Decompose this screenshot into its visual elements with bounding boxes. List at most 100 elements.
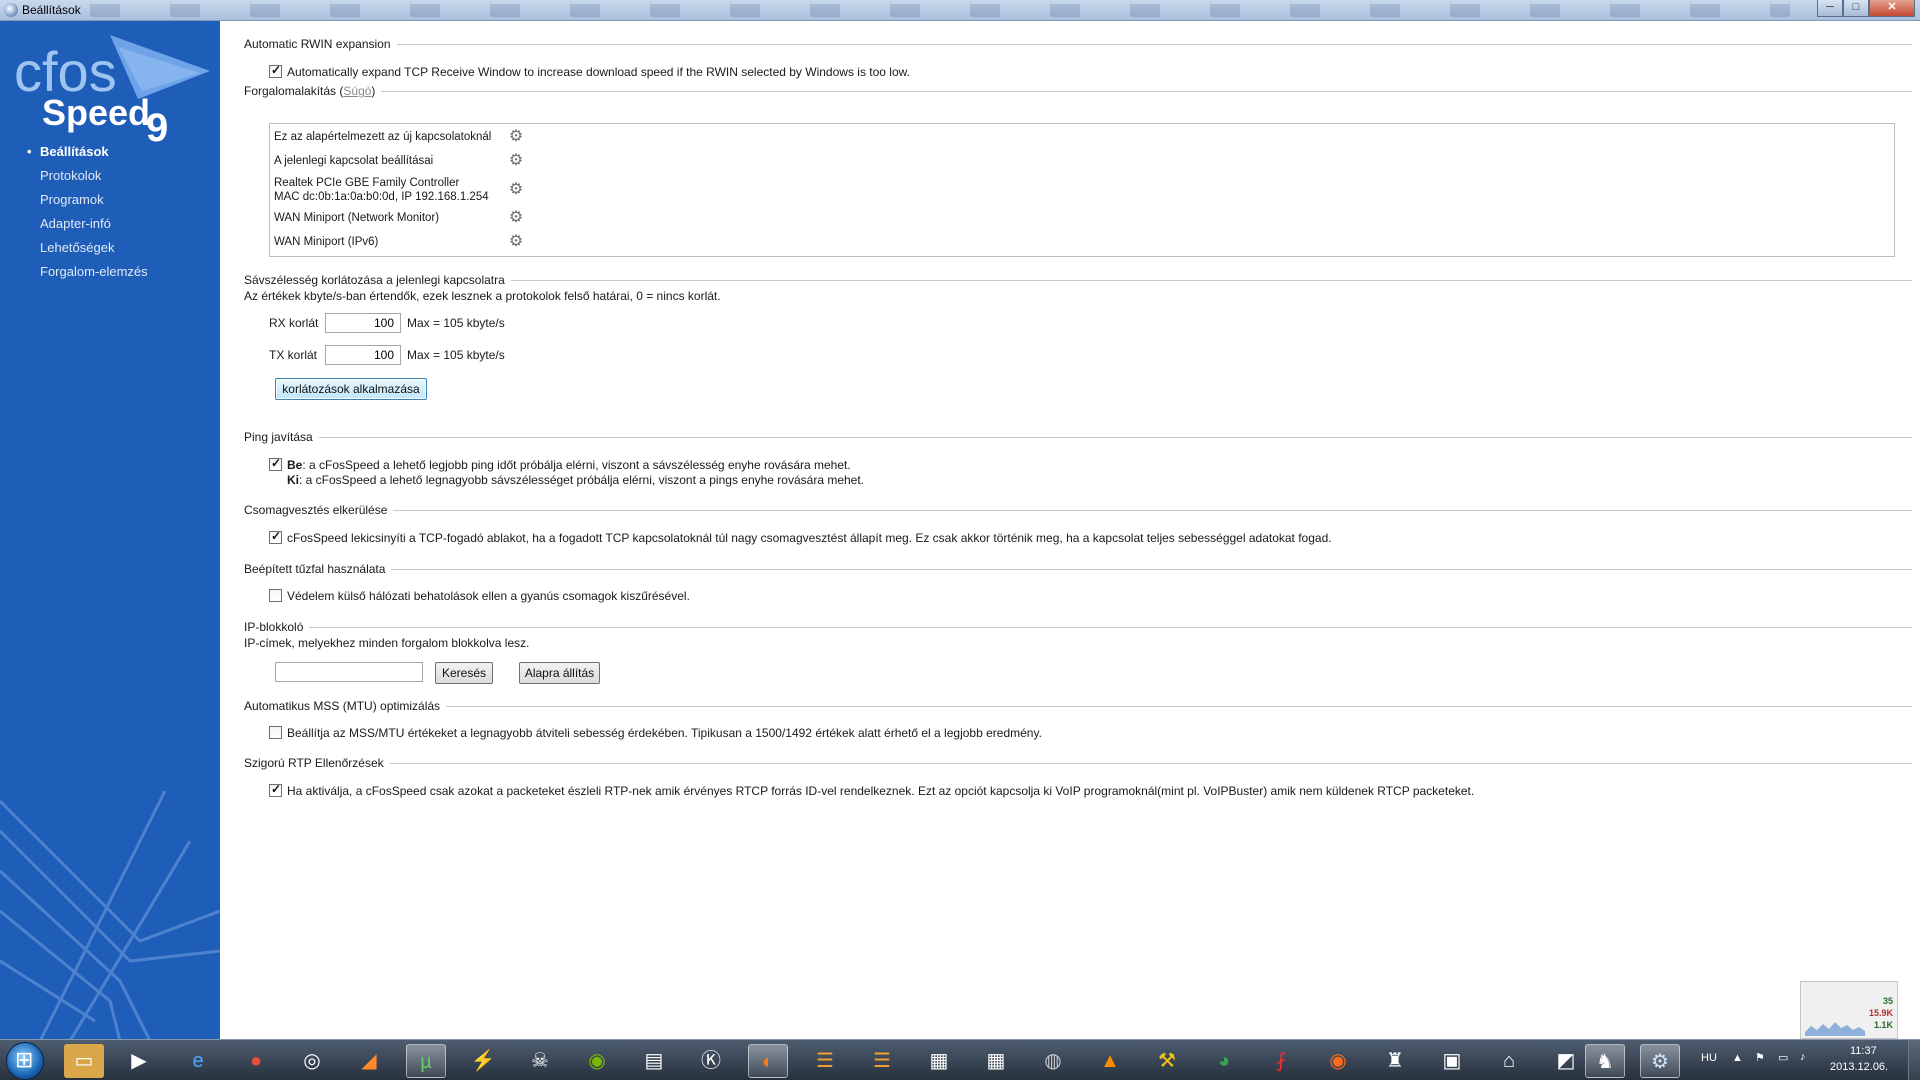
packet-loss-checkbox[interactable]	[269, 529, 282, 544]
show-desktop-button[interactable]	[1908, 1040, 1920, 1080]
mss-checkbox[interactable]	[269, 726, 282, 739]
chrome-icon[interactable]: ◕	[1204, 1044, 1244, 1078]
internet-explorer-icon[interactable]: e	[178, 1044, 218, 1078]
cfos-speed-logo: cfos Speed 9	[14, 35, 210, 143]
profile-label: A jelenlegi kapcsolat beállításai	[274, 155, 434, 167]
cd-icon[interactable]: ◍	[1033, 1044, 1073, 1078]
profile-row[interactable]: WAN Miniport (Network Monitor)	[274, 211, 439, 225]
clock-date[interactable]: 2013.12.06.	[1830, 1061, 1888, 1073]
profile-row[interactable]: WAN Miniport (IPv6)	[274, 235, 378, 249]
gear-icon[interactable]: ⚙	[507, 181, 525, 199]
section-divider	[244, 44, 1912, 45]
search-button[interactable]: Keresés	[435, 662, 493, 684]
sidebar-item-adapter-info[interactable]: Adapter-infó	[0, 212, 220, 236]
hammer-icon[interactable]: ⚒	[1147, 1044, 1187, 1078]
gear-icon[interactable]: ⚙	[507, 152, 525, 170]
app-orange2-icon[interactable]: ☰	[862, 1044, 902, 1078]
language-indicator[interactable]: HU	[1701, 1052, 1717, 1064]
help-link[interactable]: Súgó	[343, 84, 371, 98]
rtp-checkbox[interactable]	[269, 782, 282, 797]
ip-address-input[interactable]	[275, 662, 423, 682]
apply-limits-button[interactable]: korlátozások alkalmazása	[275, 378, 427, 400]
firewall-checkbox[interactable]	[269, 589, 282, 602]
rwin-checkbox[interactable]	[269, 63, 282, 78]
network-status-widget[interactable]: 35 15.9K 1.1K	[1800, 981, 1898, 1039]
sidebar-item-label: Beállítások	[40, 144, 109, 159]
ping-value: 35	[1882, 996, 1893, 1006]
media-player-icon[interactable]: ▶	[119, 1044, 159, 1078]
profile-label: Ez az alapértelmezett az új kapcsolatokn…	[274, 131, 492, 143]
ping-on-desc: : a cFosSpeed a lehető legjobb ping időt…	[302, 458, 851, 472]
app-blue-icon[interactable]: ⚡	[463, 1044, 503, 1078]
utorrent-icon[interactable]: µ	[406, 1044, 446, 1078]
maximize-button[interactable]: □	[1843, 0, 1869, 17]
steam-icon[interactable]: ◎	[292, 1044, 332, 1078]
volume-icon[interactable]: ♪	[1800, 1051, 1806, 1063]
tx-limit-input[interactable]	[325, 345, 401, 365]
video-icon[interactable]: ▣	[1432, 1044, 1472, 1078]
section-divider	[244, 569, 1912, 570]
k-icon[interactable]: Ⓚ	[691, 1044, 731, 1078]
origin2-icon[interactable]: ◉	[1318, 1044, 1358, 1078]
firefox-icon[interactable]: ◐	[748, 1044, 788, 1078]
rx-limit-input[interactable]	[325, 313, 401, 333]
gear-icon[interactable]: ⚙	[507, 128, 525, 146]
batman-icon[interactable]: ⌂	[1489, 1044, 1529, 1078]
clock-time[interactable]: 11:37	[1850, 1045, 1877, 1057]
cfos-active-icon[interactable]: ⚙	[1640, 1044, 1680, 1078]
profile-row[interactable]: Ez az alapértelmezett az új kapcsolatokn…	[274, 130, 491, 144]
bandwidth-description: Az értékek kbyte/s-ban értendők, ezek le…	[244, 289, 721, 303]
action-center-flag-icon[interactable]: ⚑	[1755, 1051, 1765, 1064]
logo-text-speed: Speed	[42, 92, 150, 133]
game1-icon[interactable]: ♜	[1375, 1044, 1415, 1078]
sidebar-item-programs[interactable]: Programok	[0, 188, 220, 212]
app-icon	[4, 3, 18, 17]
document1-icon[interactable]: ▦	[919, 1044, 959, 1078]
game3-icon[interactable]: ♞	[1585, 1044, 1625, 1078]
ip-blocker-description: IP-címek, melyekhez minden forgalom blok…	[244, 636, 530, 650]
shaping-title-text: Forgalomalakítás	[244, 84, 337, 98]
ping-on-text: Be: a cFosSpeed a lehető legjobb ping id…	[287, 458, 851, 472]
sidebar-item-settings[interactable]: • Beállítások	[0, 140, 220, 164]
logo-version: 9	[146, 106, 168, 143]
tx-limit-label: TX korlát	[269, 348, 318, 362]
close-button[interactable]: ✕	[1869, 0, 1915, 17]
profile-label: WAN Miniport (Network Monitor)	[274, 212, 440, 224]
sidebar-item-label: Lehetőségek	[40, 240, 115, 255]
tray-expand-icon[interactable]: ▲	[1732, 1052, 1743, 1064]
sidebar-item-options[interactable]: Lehetőségek	[0, 236, 220, 260]
section-title-ip-blocker: IP-blokkoló	[244, 620, 310, 636]
document2-icon[interactable]: ▦	[976, 1044, 1016, 1078]
gear-icon[interactable]: ⚙	[507, 233, 525, 251]
app-orange1-icon[interactable]: ☰	[805, 1044, 845, 1078]
game2-icon[interactable]: ◩	[1546, 1044, 1586, 1078]
traffic-graph-icon	[1805, 1022, 1865, 1036]
app-red-icon[interactable]: ●	[236, 1044, 276, 1078]
network-icon[interactable]: ▭	[1778, 1051, 1788, 1064]
sidebar-item-protocols[interactable]: Protokolok	[0, 164, 220, 188]
profile-row[interactable]: Realtek PCIe GBE Family Controller MAC d…	[274, 176, 489, 204]
section-divider	[244, 706, 1912, 707]
vlc-icon[interactable]: ▲	[1090, 1044, 1130, 1078]
ping-off-text: Ki: a cFosSpeed a lehető legnagyobb sávs…	[287, 473, 864, 487]
nvidia-icon[interactable]: ◉	[577, 1044, 617, 1078]
origin-icon[interactable]: ◢	[349, 1044, 389, 1078]
ping-checkbox[interactable]	[269, 456, 282, 471]
start-button[interactable]	[6, 1042, 44, 1080]
minimize-button[interactable]: ─	[1817, 0, 1843, 17]
notepad-icon[interactable]: ▤	[634, 1044, 674, 1078]
profile-row[interactable]: A jelenlegi kapcsolat beállításai	[274, 154, 433, 168]
upload-rate: 1.1K	[1873, 1020, 1893, 1030]
download-rate: 15.9K	[1868, 1008, 1893, 1018]
reset-button[interactable]: Alapra állítás	[519, 662, 600, 684]
alienware-icon[interactable]: ☠	[520, 1044, 560, 1078]
explorer-icon[interactable]: ▭	[64, 1044, 104, 1078]
sidebar-item-traffic-analysis[interactable]: Forgalom-elemzés	[0, 260, 220, 284]
taskbar: ▭ ▶ e ● ◎ ◢ µ ⚡ ☠ ◉ ▤ Ⓚ ◐ ☰ ☰ ▦ ▦ ◍ ▲ ⚒ …	[0, 1039, 1920, 1080]
adobe-reader-icon[interactable]: ⨏	[1261, 1044, 1301, 1078]
gear-icon[interactable]: ⚙	[507, 209, 525, 227]
connection-profiles-list: Ez az alapértelmezett az új kapcsolatokn…	[269, 123, 1895, 257]
settings-panel: Automatic RWIN expansion Automatically e…	[220, 21, 1920, 1039]
section-title-shaping: Forgalomalakítás (Súgó)	[244, 84, 382, 100]
profile-label: WAN Miniport (IPv6)	[274, 236, 379, 248]
